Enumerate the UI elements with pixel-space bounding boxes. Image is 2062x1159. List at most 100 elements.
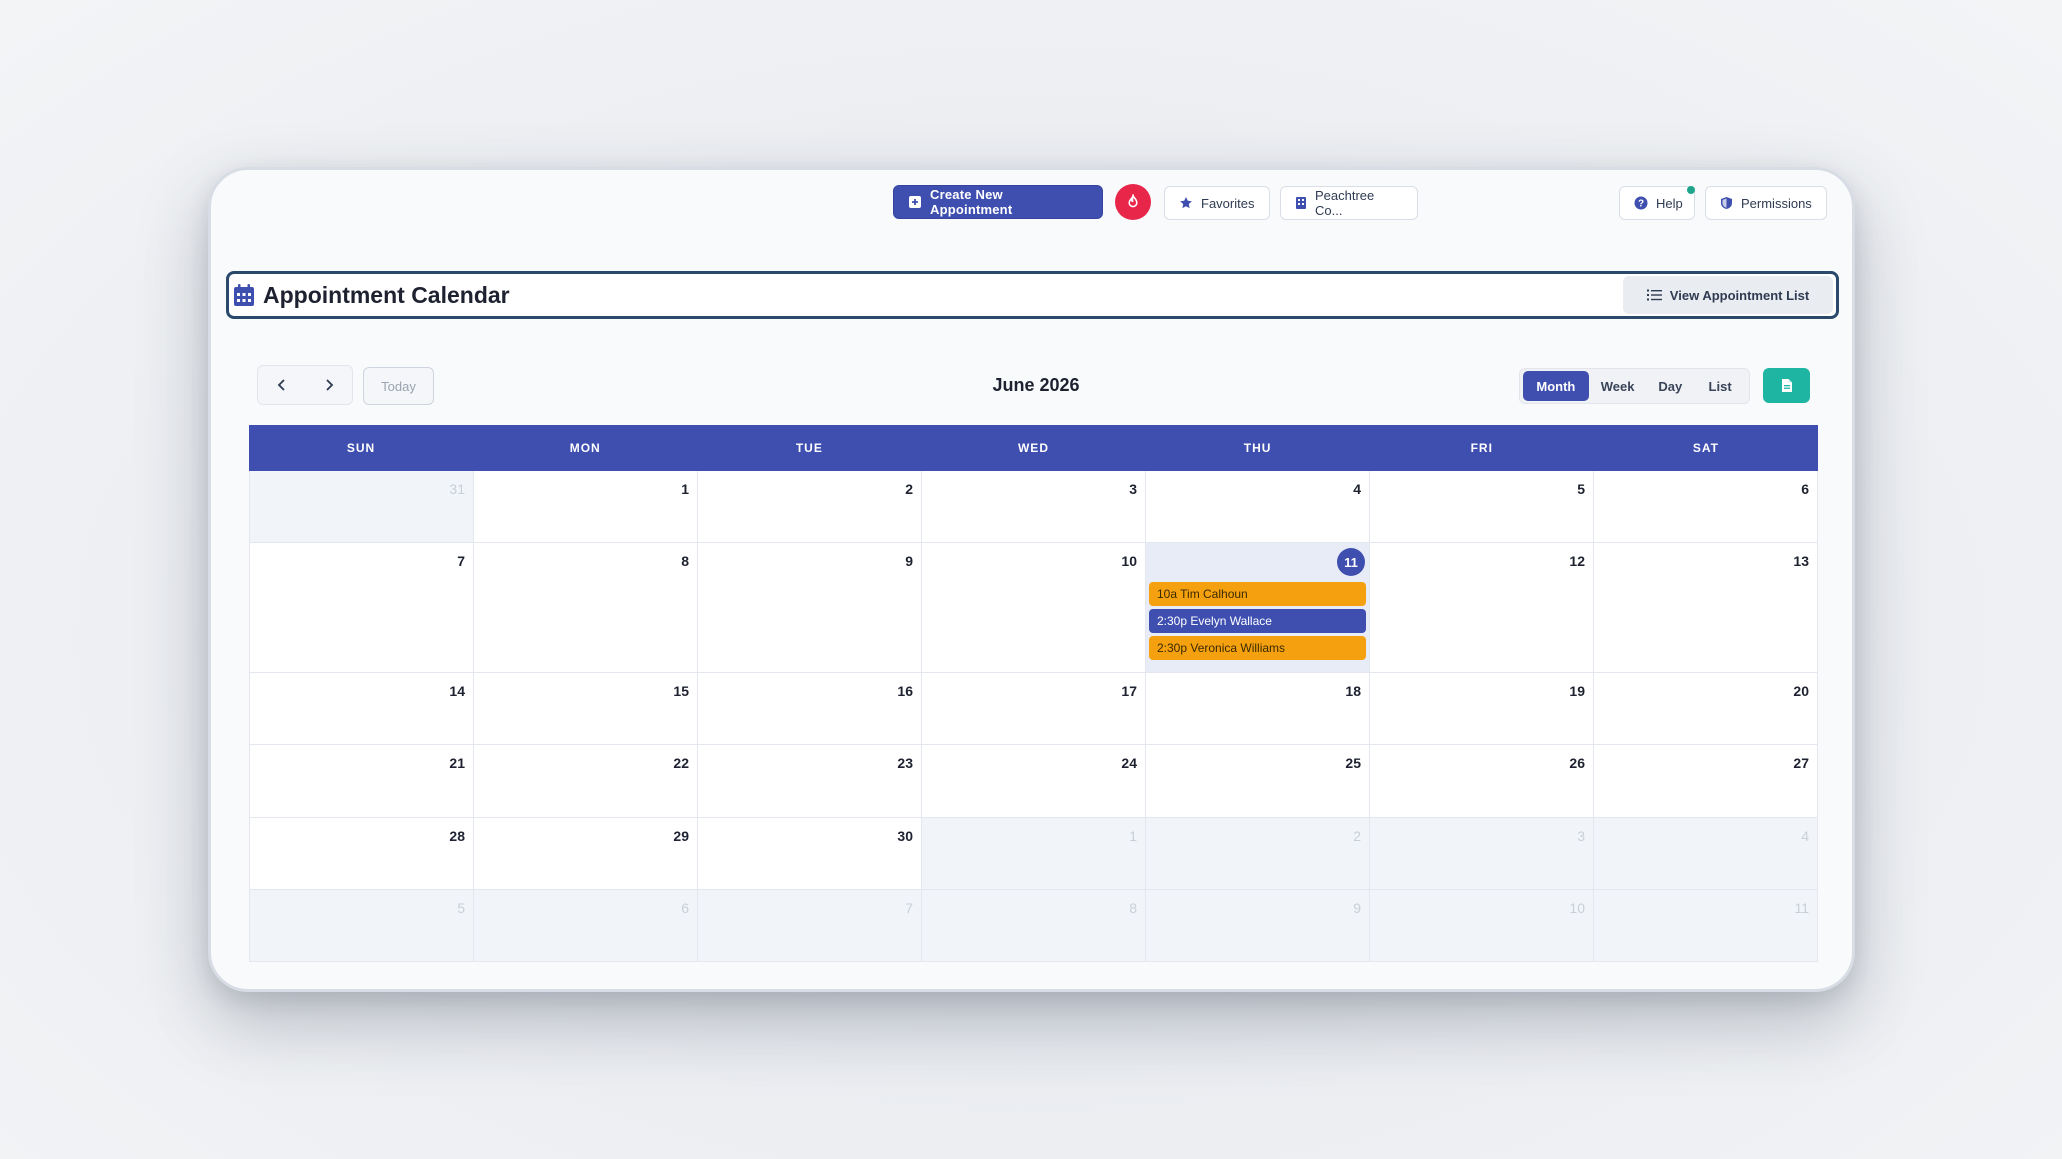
week-row: 31 1 2 3 4 5 6: [249, 471, 1818, 543]
day-number: 19: [1569, 683, 1585, 699]
today-button[interactable]: Today: [363, 367, 434, 405]
event-item[interactable]: 2:30p Veronica Williams: [1149, 636, 1366, 660]
today-badge: 11: [1337, 548, 1365, 576]
create-appointment-button[interactable]: Create New Appointment: [893, 185, 1103, 219]
day-number: 2: [1353, 828, 1361, 844]
day-number: 17: [1121, 683, 1137, 699]
day-number: 8: [681, 553, 689, 569]
permissions-label: Permissions: [1741, 195, 1812, 211]
day-cell[interactable]: 3: [1370, 818, 1594, 890]
favorites-label: Favorites: [1201, 195, 1255, 211]
day-cell[interactable]: 1: [922, 818, 1146, 890]
file-export-icon: [1781, 379, 1792, 392]
day-cell[interactable]: 1: [474, 471, 698, 543]
day-cell[interactable]: 21: [250, 745, 474, 818]
week-row: 14 15 16 17 18 19 20: [249, 673, 1818, 745]
day-cell[interactable]: 19: [1370, 673, 1594, 745]
day-number: 24: [1121, 755, 1137, 771]
day-cell-today[interactable]: 11 10a Tim Calhoun 2:30p Evelyn Wallace …: [1146, 543, 1370, 673]
weekday-header: SUN MON TUE WED THU FRI SAT: [249, 425, 1818, 471]
page-header: Appointment Calendar View Appointment Li…: [226, 271, 1839, 319]
weekday-tue: TUE: [795, 441, 823, 455]
view-list-button[interactable]: List: [1694, 371, 1746, 401]
day-cell[interactable]: 2: [1146, 818, 1370, 890]
day-number: 3: [1577, 828, 1585, 844]
day-number: 27: [1793, 755, 1809, 771]
day-cell[interactable]: 22: [474, 745, 698, 818]
day-cell[interactable]: 7: [250, 543, 474, 673]
event-item[interactable]: 2:30p Evelyn Wallace: [1149, 609, 1366, 633]
day-number: 28: [449, 828, 465, 844]
hot-leads-button[interactable]: [1115, 184, 1151, 220]
day-cell[interactable]: 17: [922, 673, 1146, 745]
day-cell[interactable]: 3: [922, 471, 1146, 543]
day-number: 11: [1794, 900, 1809, 916]
day-cell[interactable]: 28: [250, 818, 474, 890]
day-cell[interactable]: 26: [1370, 745, 1594, 818]
day-cell[interactable]: 5: [1370, 471, 1594, 543]
month-title: June 2026: [992, 375, 1080, 395]
list-icon: [1646, 289, 1662, 301]
day-cell[interactable]: 12: [1370, 543, 1594, 673]
day-cell[interactable]: 27: [1594, 745, 1818, 818]
day-cell[interactable]: 11: [1594, 890, 1818, 962]
day-cell[interactable]: 9: [698, 543, 922, 673]
event-item[interactable]: 10a Tim Calhoun: [1149, 582, 1366, 606]
day-cell[interactable]: 20: [1594, 673, 1818, 745]
day-cell[interactable]: 5: [250, 890, 474, 962]
day-number: 9: [905, 553, 913, 569]
prev-month-button[interactable]: [258, 366, 305, 404]
day-cell[interactable]: 4: [1146, 471, 1370, 543]
next-month-button[interactable]: [305, 366, 352, 404]
day-cell[interactable]: 24: [922, 745, 1146, 818]
day-number: 6: [681, 900, 689, 916]
view-day-button[interactable]: Day: [1646, 371, 1694, 401]
day-number: 9: [1353, 900, 1361, 916]
day-cell[interactable]: 18: [1146, 673, 1370, 745]
day-number: 5: [1577, 481, 1585, 497]
help-button[interactable]: ? Help: [1619, 186, 1695, 220]
day-cell[interactable]: 31: [250, 471, 474, 543]
view-month-button[interactable]: Month: [1523, 371, 1589, 401]
calendar-nav: [257, 365, 353, 405]
day-cell[interactable]: 16: [698, 673, 922, 745]
permissions-button[interactable]: Permissions: [1705, 186, 1827, 220]
weekday-sat: SAT: [1692, 441, 1719, 455]
day-cell[interactable]: 2: [698, 471, 922, 543]
day-cell[interactable]: 8: [474, 543, 698, 673]
day-cell[interactable]: 10: [1370, 890, 1594, 962]
week-row: 28 29 30 1 2 3 4: [249, 818, 1818, 890]
day-cell[interactable]: 10: [922, 543, 1146, 673]
day-cell[interactable]: 6: [474, 890, 698, 962]
day-cell[interactable]: 29: [474, 818, 698, 890]
day-number: 1: [681, 481, 689, 497]
weekday-mon: MON: [569, 441, 601, 455]
day-cell[interactable]: 15: [474, 673, 698, 745]
day-number: 10: [1569, 900, 1585, 916]
question-circle-icon: ?: [1634, 196, 1648, 210]
view-week-button[interactable]: Week: [1589, 371, 1647, 401]
export-button[interactable]: [1763, 368, 1810, 403]
day-cell[interactable]: 9: [1146, 890, 1370, 962]
chevron-left-icon: [277, 379, 285, 391]
chevron-right-icon: [325, 379, 333, 391]
location-selector[interactable]: Peachtree Co...: [1280, 186, 1418, 220]
day-cell[interactable]: 4: [1594, 818, 1818, 890]
day-number: 29: [673, 828, 689, 844]
day-cell[interactable]: 7: [698, 890, 922, 962]
day-number: 2: [905, 481, 913, 497]
day-cell[interactable]: 13: [1594, 543, 1818, 673]
day-cell[interactable]: 6: [1594, 471, 1818, 543]
fire-icon: [1128, 194, 1138, 208]
view-appointment-list-button[interactable]: View Appointment List: [1623, 276, 1833, 314]
day-cell[interactable]: 14: [250, 673, 474, 745]
day-cell[interactable]: 23: [698, 745, 922, 818]
day-cell[interactable]: 25: [1146, 745, 1370, 818]
day-cell[interactable]: 8: [922, 890, 1146, 962]
favorites-button[interactable]: Favorites: [1164, 186, 1270, 220]
day-number: 4: [1353, 481, 1361, 497]
day-number: 12: [1569, 553, 1585, 569]
day-cell[interactable]: 30: [698, 818, 922, 890]
week-row: 21 22 23 24 25 26 27: [249, 745, 1818, 818]
day-number: 1: [1129, 828, 1137, 844]
